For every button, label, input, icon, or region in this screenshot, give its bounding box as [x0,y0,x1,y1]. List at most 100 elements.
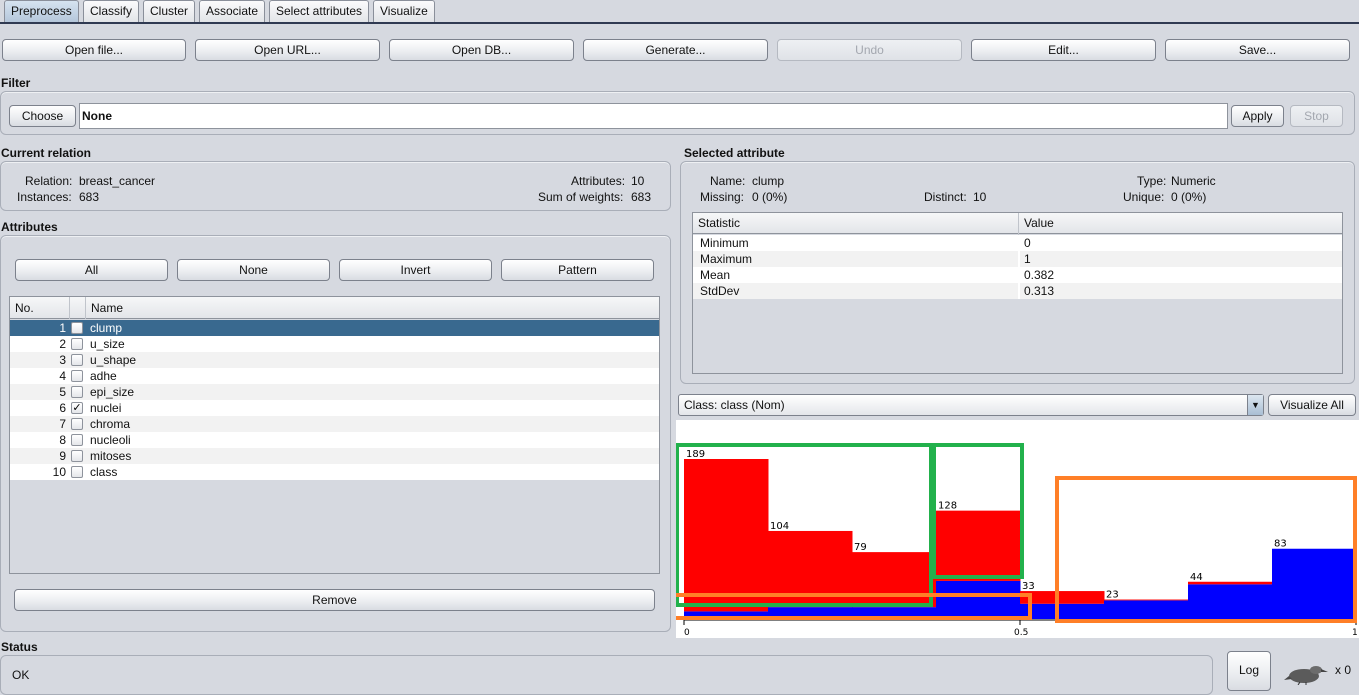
attribute-number: 8 [59,433,66,447]
attribute-row[interactable]: 7 chroma [10,416,659,432]
apply-button[interactable]: Apply [1231,105,1284,127]
attribute-number: 6 [59,401,66,415]
attr-type-label: Type: [1137,174,1167,188]
histogram-bar-red [684,459,769,612]
attr-name-value: clump [752,174,785,188]
attributes-table[interactable]: No. Name 1 clump 2 u_size 3 u_shape 4 adhe 5 epi_… [9,296,660,574]
column-checkbox[interactable] [70,297,86,319]
attribute-checkbox[interactable] [71,322,83,334]
attribute-name: u_size [90,337,125,351]
tab-classify[interactable]: Classify [83,0,140,22]
statistic-name: Mean [700,268,731,282]
statistic-row[interactable]: Maximum 1 [693,251,1342,267]
attribute-row[interactable]: 1 clump [10,320,659,336]
choose-filter-button[interactable]: Choose [9,105,76,127]
x-axis-tick-label: 1 [1352,628,1358,638]
statistic-row[interactable]: StdDev 0.313 [693,283,1342,299]
attr-distinct-label: Distinct: [924,190,967,204]
open-file-button[interactable]: Open file... [2,39,186,61]
chevron-down-icon[interactable]: ▼ [1247,395,1263,415]
attribute-checkbox[interactable]: ✓ [71,402,83,414]
tab-visualize[interactable]: Visualize [373,0,435,22]
attribute-checkbox[interactable] [71,338,83,350]
open-db-button[interactable]: Open DB... [389,39,574,61]
attribute-row[interactable]: 4 adhe [10,368,659,384]
column-name[interactable]: Name [86,297,659,319]
attribute-row[interactable]: 9 mitoses [10,448,659,464]
statistics-table[interactable]: Statistic Value Minimum 0 Maximum 1 Mean 0.38… [692,212,1343,374]
attribute-name: nucleoli [90,433,131,447]
attribute-checkbox[interactable] [71,370,83,382]
attribute-row[interactable]: 2 u_size [10,336,659,352]
generate-button[interactable]: Generate... [583,39,768,61]
histogram-count-label: 79 [854,542,867,553]
histogram-bar-red [1020,591,1105,604]
cell-separator [1018,251,1020,267]
histogram-count-label: 128 [938,501,957,512]
visualize-all-button[interactable]: Visualize All [1268,394,1356,416]
column-value[interactable]: Value [1019,213,1342,235]
attribute-row[interactable]: 5 epi_size [10,384,659,400]
select-none-button[interactable]: None [177,259,330,281]
attribute-checkbox[interactable] [71,450,83,462]
attributes-title: Attributes [1,220,58,234]
column-statistic[interactable]: Statistic [693,213,1019,235]
edit-button[interactable]: Edit... [971,39,1156,61]
statistic-value: 0.313 [1024,284,1055,298]
attribute-name: mitoses [90,449,132,463]
open-url-button[interactable]: Open URL... [195,39,380,61]
tab-cluster[interactable]: Cluster [143,0,196,22]
statistics-table-header: Statistic Value [693,213,1342,235]
undo-button[interactable]: Undo [777,39,962,61]
cell-separator [1018,283,1020,299]
attr-name-label: Name: [710,174,746,188]
attribute-name: adhe [90,369,117,383]
attribute-number: 3 [59,353,66,367]
relation-label: Relation: [25,174,73,188]
attribute-row[interactable]: 3 u_shape [10,352,659,368]
pattern-button[interactable]: Pattern [501,259,654,281]
cell-separator [1018,235,1020,251]
statistic-name: Maximum [700,252,753,266]
status-bar [0,655,1213,695]
status-title: Status [1,640,38,654]
attribute-number: 1 [59,321,66,335]
attr-unique-label: Unique: [1123,190,1165,204]
select-all-button[interactable]: All [15,259,168,281]
stop-button[interactable]: Stop [1290,105,1343,127]
attr-unique-value: 0 (0%) [1171,190,1207,204]
attribute-checkbox[interactable] [71,354,83,366]
histogram-count-label: 189 [686,449,705,460]
tab-preprocess[interactable]: Preprocess [4,0,79,22]
histogram-bar-red [936,510,1021,581]
tab-associate[interactable]: Associate [199,0,266,22]
x-axis-tick-label: 0 [684,628,690,638]
attribute-row[interactable]: 6 ✓ nuclei [10,400,659,416]
log-button[interactable]: Log [1227,651,1271,691]
attribute-name: u_shape [90,353,137,367]
save-button[interactable]: Save... [1165,39,1350,61]
attribute-checkbox[interactable] [71,386,83,398]
histogram-bar-blue [936,580,1021,619]
class-selector-value: Class: class (Nom) [684,398,785,412]
statistic-row[interactable]: Mean 0.382 [693,267,1342,283]
invert-selection-button[interactable]: Invert [339,259,492,281]
column-no[interactable]: No. [10,297,70,319]
class-selector[interactable]: Class: class (Nom) ▼ [678,394,1264,416]
current-relation-title: Current relation [1,146,92,160]
statistic-row[interactable]: Minimum 0 [693,235,1342,251]
attribute-row[interactable]: 10 class [10,464,659,480]
filter-field[interactable]: None [79,103,1228,129]
attribute-checkbox[interactable] [71,434,83,446]
attr-type-value: Numeric [1171,174,1216,188]
attribute-checkbox[interactable] [71,466,83,478]
histogram-count-label: 33 [1022,581,1035,592]
histogram-bar-blue [1272,548,1357,619]
remove-button[interactable]: Remove [14,589,655,611]
relation-value: breast_cancer [79,174,156,188]
tab-select-attributes[interactable]: Select attributes [269,0,370,22]
attribute-row[interactable]: 8 nucleoli [10,432,659,448]
attr-missing-value: 0 (0%) [752,190,788,204]
attribute-checkbox[interactable] [71,418,83,430]
histogram-count-label: 44 [1190,572,1203,583]
